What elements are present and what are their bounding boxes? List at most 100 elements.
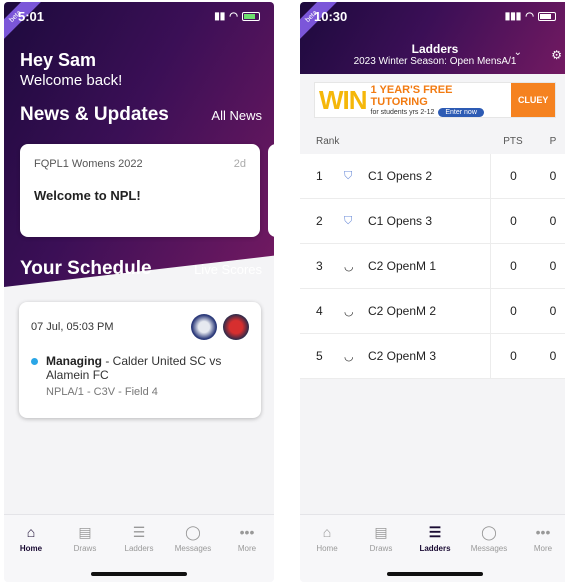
- tab-label: Home: [19, 544, 43, 553]
- match-details: Managing - Calder United SC vs Alamein F…: [31, 354, 249, 382]
- home-team-crest-icon: [191, 314, 217, 340]
- match-card-top: 07 Jul, 05:03 PM: [31, 314, 249, 340]
- team-crests: [191, 314, 249, 340]
- row-rank: 3: [316, 259, 323, 273]
- filter-icon[interactable]: ⚙: [551, 48, 562, 62]
- tab-label: Messages: [174, 544, 212, 553]
- row-team: C1 Opens 3: [368, 214, 433, 228]
- advertisement-banner[interactable]: WIN 1 YEAR'S FREE TUTORING for students …: [314, 82, 556, 118]
- more-icon: •••: [535, 524, 551, 540]
- all-news-link[interactable]: All News: [211, 108, 262, 123]
- tab-label: More: [237, 544, 257, 553]
- wifi-icon: ◠: [229, 10, 238, 22]
- tab-label: Ladders: [419, 544, 451, 553]
- tab-home[interactable]: ⌂ Home: [300, 523, 354, 582]
- ad-brand-logo: CLUEY: [511, 83, 555, 117]
- match-datetime: 07 Jul, 05:03 PM: [31, 321, 114, 333]
- col-rank: Rank: [316, 135, 340, 147]
- draws-icon: ▤: [374, 523, 388, 540]
- chevron-down-icon[interactable]: ⌄: [514, 47, 522, 58]
- row-pts: 0: [490, 288, 536, 334]
- ladders-icon: ☰: [428, 523, 442, 540]
- wifi-icon: ◠: [525, 10, 534, 22]
- ad-win: WIN: [319, 84, 368, 115]
- tab-more[interactable]: ••• More: [220, 523, 274, 582]
- table-row[interactable]: 1 ⛉ C1 Opens 2 0 0: [300, 153, 565, 199]
- home-indicator[interactable]: [387, 572, 483, 576]
- row-rank: 2: [316, 214, 323, 228]
- home-icon: ⌂: [26, 524, 36, 540]
- schedule-heading: Your Schedule: [20, 258, 152, 279]
- news-age: 2d: [233, 158, 246, 170]
- home-indicator[interactable]: [91, 572, 187, 576]
- ad-enter-button[interactable]: Enter now: [438, 107, 484, 117]
- page-title: Ladders: [411, 42, 459, 56]
- row-rank: 5: [316, 349, 323, 363]
- home-icon: ⌂: [322, 524, 332, 540]
- tab-label: Home: [316, 544, 338, 553]
- ladder-table-header: Rank PTS P: [300, 130, 565, 152]
- tab-home[interactable]: ⌂ Home: [4, 523, 58, 582]
- cup-icon: ◡: [344, 305, 354, 318]
- match-card[interactable]: 07 Jul, 05:03 PM Managing - Calder Unite…: [19, 302, 261, 418]
- season-selector[interactable]: 2023 Winter Season: Open MensA/1: [300, 56, 565, 67]
- row-played: 0: [549, 349, 557, 363]
- news-card-meta: FQPL1 Womens 2022 2d: [34, 158, 246, 170]
- news-title: Welcome to NPL!: [34, 188, 141, 203]
- row-rank: 4: [316, 304, 323, 318]
- status-dot-icon: [31, 358, 38, 365]
- row-pts: 0: [490, 243, 536, 289]
- next-news-card[interactable]: [268, 144, 274, 237]
- greeting-subtitle: Welcome back!: [20, 72, 123, 89]
- cup-icon: ◡: [344, 260, 354, 273]
- row-pts: 0: [490, 333, 536, 379]
- row-played: 0: [549, 169, 557, 183]
- news-card[interactable]: FQPL1 Womens 2022 2d Welcome to NPL!: [20, 144, 260, 237]
- row-played: 0: [549, 214, 557, 228]
- live-scores-link[interactable]: Live Scores: [194, 262, 262, 277]
- ad-headline: 1 YEAR'S FREE TUTORING: [370, 83, 453, 108]
- tab-label: More: [533, 544, 553, 553]
- col-pts: PTS: [503, 135, 523, 147]
- tab-label: Ladders: [124, 544, 154, 553]
- tab-more[interactable]: ••• More: [516, 523, 565, 582]
- shield-icon: ⛉: [344, 214, 353, 227]
- greeting-title: Hey Sam: [20, 50, 97, 70]
- home-screen: 5:01 ▮▮ ◠ beta Hey Sam Welcome back! New…: [4, 2, 274, 582]
- ladder-table: 1 ⛉ C1 Opens 2 0 0 2 ⛉ C1 Opens 3 0 0 3 …: [300, 153, 565, 379]
- match-text: Managing - Calder United SC vs Alamein F…: [46, 354, 249, 382]
- ladders-icon: ☰: [132, 523, 146, 540]
- row-played: 0: [549, 259, 557, 273]
- row-played: 0: [549, 304, 557, 318]
- match-venue: NPLA/1 - C3V - Field 4: [46, 386, 158, 398]
- status-bar: 10:30 ▮▮▮ ◠: [300, 2, 565, 30]
- ad-subline: for students yrs 2-12 Enter now: [371, 107, 512, 117]
- away-team-crest-icon: [223, 314, 249, 340]
- table-row[interactable]: 4 ◡ C2 OpenM 2 0 0: [300, 288, 565, 334]
- col-played: P: [549, 135, 557, 147]
- draws-icon: ▤: [78, 523, 92, 540]
- more-icon: •••: [239, 524, 255, 540]
- messages-icon: ◯: [185, 523, 201, 540]
- status-bar: 5:01 ▮▮ ◠: [4, 2, 274, 30]
- match-role: Managing: [46, 354, 102, 368]
- status-time: 10:30: [314, 8, 348, 24]
- table-row[interactable]: 2 ⛉ C1 Opens 3 0 0: [300, 198, 565, 244]
- messages-icon: ◯: [481, 523, 497, 540]
- table-row[interactable]: 3 ◡ C2 OpenM 1 0 0: [300, 243, 565, 289]
- ladders-screen: Ladders 2023 Winter Season: Open MensA/1…: [300, 2, 565, 582]
- tab-label: Messages: [470, 544, 508, 553]
- cup-icon: ◡: [344, 350, 354, 363]
- news-heading: News & Updates: [20, 104, 169, 125]
- status-time: 5:01: [18, 8, 45, 24]
- row-team: C2 OpenM 3: [368, 349, 437, 363]
- greeting: Hey Sam Welcome back!: [20, 50, 122, 89]
- signal-icon: ▮▮: [214, 10, 226, 22]
- tab-label: Draws: [369, 544, 393, 553]
- schedule-header: Your Schedule Live Scores: [20, 258, 262, 280]
- signal-icon: ▮▮▮: [504, 10, 522, 22]
- status-icons: ▮▮▮ ◠: [505, 11, 556, 22]
- table-row[interactable]: 5 ◡ C2 OpenM 3 0 0: [300, 333, 565, 379]
- battery-icon: [538, 11, 556, 21]
- row-team: C2 OpenM 1: [368, 259, 437, 273]
